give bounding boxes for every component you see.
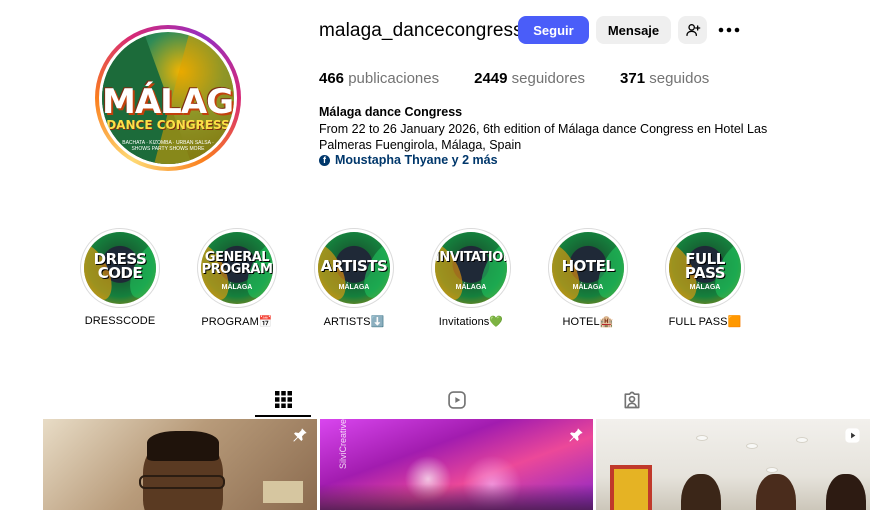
tab-posts[interactable] (255, 383, 311, 417)
followed-by-link[interactable]: f Moustapha Thyane y 2 más (319, 153, 498, 167)
highlight-ring: HOTEL MÁLAGA (548, 228, 628, 308)
highlight-cover: GENERAL PROGRAM MÁLAGA (201, 232, 273, 304)
post-image-detail (796, 437, 808, 443)
bio-text: From 22 to 26 January 2026, 6th edition … (319, 122, 768, 152)
followers-stat[interactable]: 2449 seguidores (474, 70, 585, 87)
reel-icon (844, 427, 861, 449)
highlight-cover: FULL PASS MÁLAGA (669, 232, 741, 304)
avatar-logo-tagline: BACHATA · KIZOMBA · URBAN SALSA · SHOWS … (122, 140, 214, 152)
person-add-icon (685, 24, 700, 36)
posts-label: publicaciones (348, 70, 440, 87)
followers-label: seguidores (511, 70, 586, 87)
suggest-user-button[interactable] (678, 16, 707, 44)
highlight-invitations[interactable]: INVITATIONS MÁLAGA Invitations💚 (431, 228, 511, 328)
tab-tagged[interactable] (604, 383, 660, 417)
tab-reels[interactable] (429, 383, 485, 417)
highlight-cover: INVITATIONS MÁLAGA (435, 232, 507, 304)
post-thumbnail[interactable] (43, 419, 317, 510)
highlight-label: ARTISTS⬇️ (323, 316, 385, 328)
cover-decoration (435, 238, 471, 304)
following-count: 371 (620, 70, 646, 87)
highlight-artists[interactable]: ARTISTS MÁLAGA ARTISTS⬇️ (314, 228, 394, 328)
highlight-program[interactable]: GENERAL PROGRAM MÁLAGA PROGRAM📅 (197, 228, 277, 328)
highlight-label: PROGRAM📅 (201, 316, 273, 328)
profile-username: malaga_dancecongress (319, 20, 523, 41)
avatar-logo-text: MÁLAGA (102, 82, 234, 122)
post-image-detail (263, 481, 303, 503)
post-image-detail (681, 474, 721, 510)
story-highlights: DRESS CODE DRESSCODE GENERAL PROGRAM MÁL… (0, 228, 880, 338)
highlight-cover-title: INVITATIONS (435, 250, 507, 265)
highlight-cover-subtitle: MÁLAGA (455, 284, 487, 291)
highlight-ring: INVITATIONS MÁLAGA (431, 228, 511, 308)
highlight-cover-subtitle: MÁLAGA (689, 284, 721, 291)
highlight-cover-title: FULL PASS (684, 250, 726, 282)
pin-icon (292, 427, 308, 448)
follow-button[interactable]: Seguir (518, 16, 589, 44)
tagged-icon (624, 391, 640, 409)
profile-stats: 466 publicaciones 2449 seguidores 371 se… (319, 70, 744, 87)
post-image-detail (766, 467, 778, 473)
more-options-button[interactable] (715, 16, 743, 44)
followed-by-text: Moustapha Thyane y 2 más (335, 153, 498, 167)
post-image-detail (147, 431, 219, 461)
highlight-ring: FULL PASS MÁLAGA (665, 228, 745, 308)
bio-name: Málaga dance Congress (319, 105, 463, 119)
post-image-detail (756, 474, 796, 510)
post-image-detail (320, 484, 593, 510)
posts-stat: 466 publicaciones (319, 70, 439, 87)
highlight-ring: GENERAL PROGRAM MÁLAGA (197, 228, 277, 308)
post-image-detail (139, 475, 225, 489)
post-watermark: SilviCreative (338, 419, 348, 469)
facebook-icon: f (319, 154, 330, 166)
highlight-ring: ARTISTS MÁLAGA (314, 228, 394, 308)
highlight-label: DRESSCODE (84, 315, 156, 327)
following-label: seguidos (649, 70, 710, 87)
highlight-dresscode[interactable]: DRESS CODE DRESSCODE (80, 228, 160, 327)
highlight-cover: ARTISTS MÁLAGA (318, 232, 390, 304)
highlight-label: FULL PASS🟧 (668, 316, 742, 328)
highlight-ring: DRESS CODE (80, 228, 160, 308)
post-image-detail (826, 474, 866, 510)
profile-avatar[interactable]: MÁLAGA DANCE CONGRESS BACHATA · KIZOMBA … (95, 25, 241, 171)
cover-decoration (473, 236, 507, 304)
highlight-cover: HOTEL MÁLAGA (552, 232, 624, 304)
highlight-label: HOTEL🏨 (562, 316, 614, 328)
highlight-cover-title: ARTISTS (320, 257, 388, 275)
post-image-detail (696, 435, 708, 441)
post-image-detail (746, 443, 758, 449)
highlight-cover-title: GENERAL PROGRAM (201, 250, 273, 277)
following-stat[interactable]: 371 seguidos (620, 70, 709, 87)
reels-icon (448, 391, 466, 409)
pin-icon (568, 427, 584, 448)
highlight-cover-subtitle: MÁLAGA (338, 284, 370, 291)
avatar-border: MÁLAGA DANCE CONGRESS BACHATA · KIZOMBA … (99, 29, 237, 167)
highlight-cover-subtitle: MÁLAGA (221, 284, 253, 291)
highlight-cover-title: HOTEL (561, 257, 615, 275)
highlight-cover-title: DRESS CODE (93, 250, 147, 282)
followers-count: 2449 (474, 70, 508, 87)
message-button[interactable]: Mensaje (596, 16, 671, 44)
post-image-detail (610, 465, 652, 510)
avatar-logo-subtext: DANCE CONGRESS (106, 118, 230, 132)
post-thumbnail[interactable]: SilviCreative (320, 419, 593, 510)
highlight-full-pass[interactable]: FULL PASS MÁLAGA FULL PASS🟧 (665, 228, 745, 328)
profile-tabs (0, 383, 880, 417)
highlight-cover: DRESS CODE (84, 232, 156, 304)
grid-icon (274, 390, 292, 408)
more-options-icon (718, 27, 740, 33)
highlight-hotel[interactable]: HOTEL MÁLAGA HOTEL🏨 (548, 228, 628, 328)
posts-count: 466 (319, 70, 345, 87)
highlight-label: Invitations💚 (438, 316, 504, 328)
highlight-cover-subtitle: MÁLAGA (572, 284, 604, 291)
avatar-image: MÁLAGA DANCE CONGRESS BACHATA · KIZOMBA … (102, 32, 234, 164)
post-thumbnail[interactable] (596, 419, 870, 510)
